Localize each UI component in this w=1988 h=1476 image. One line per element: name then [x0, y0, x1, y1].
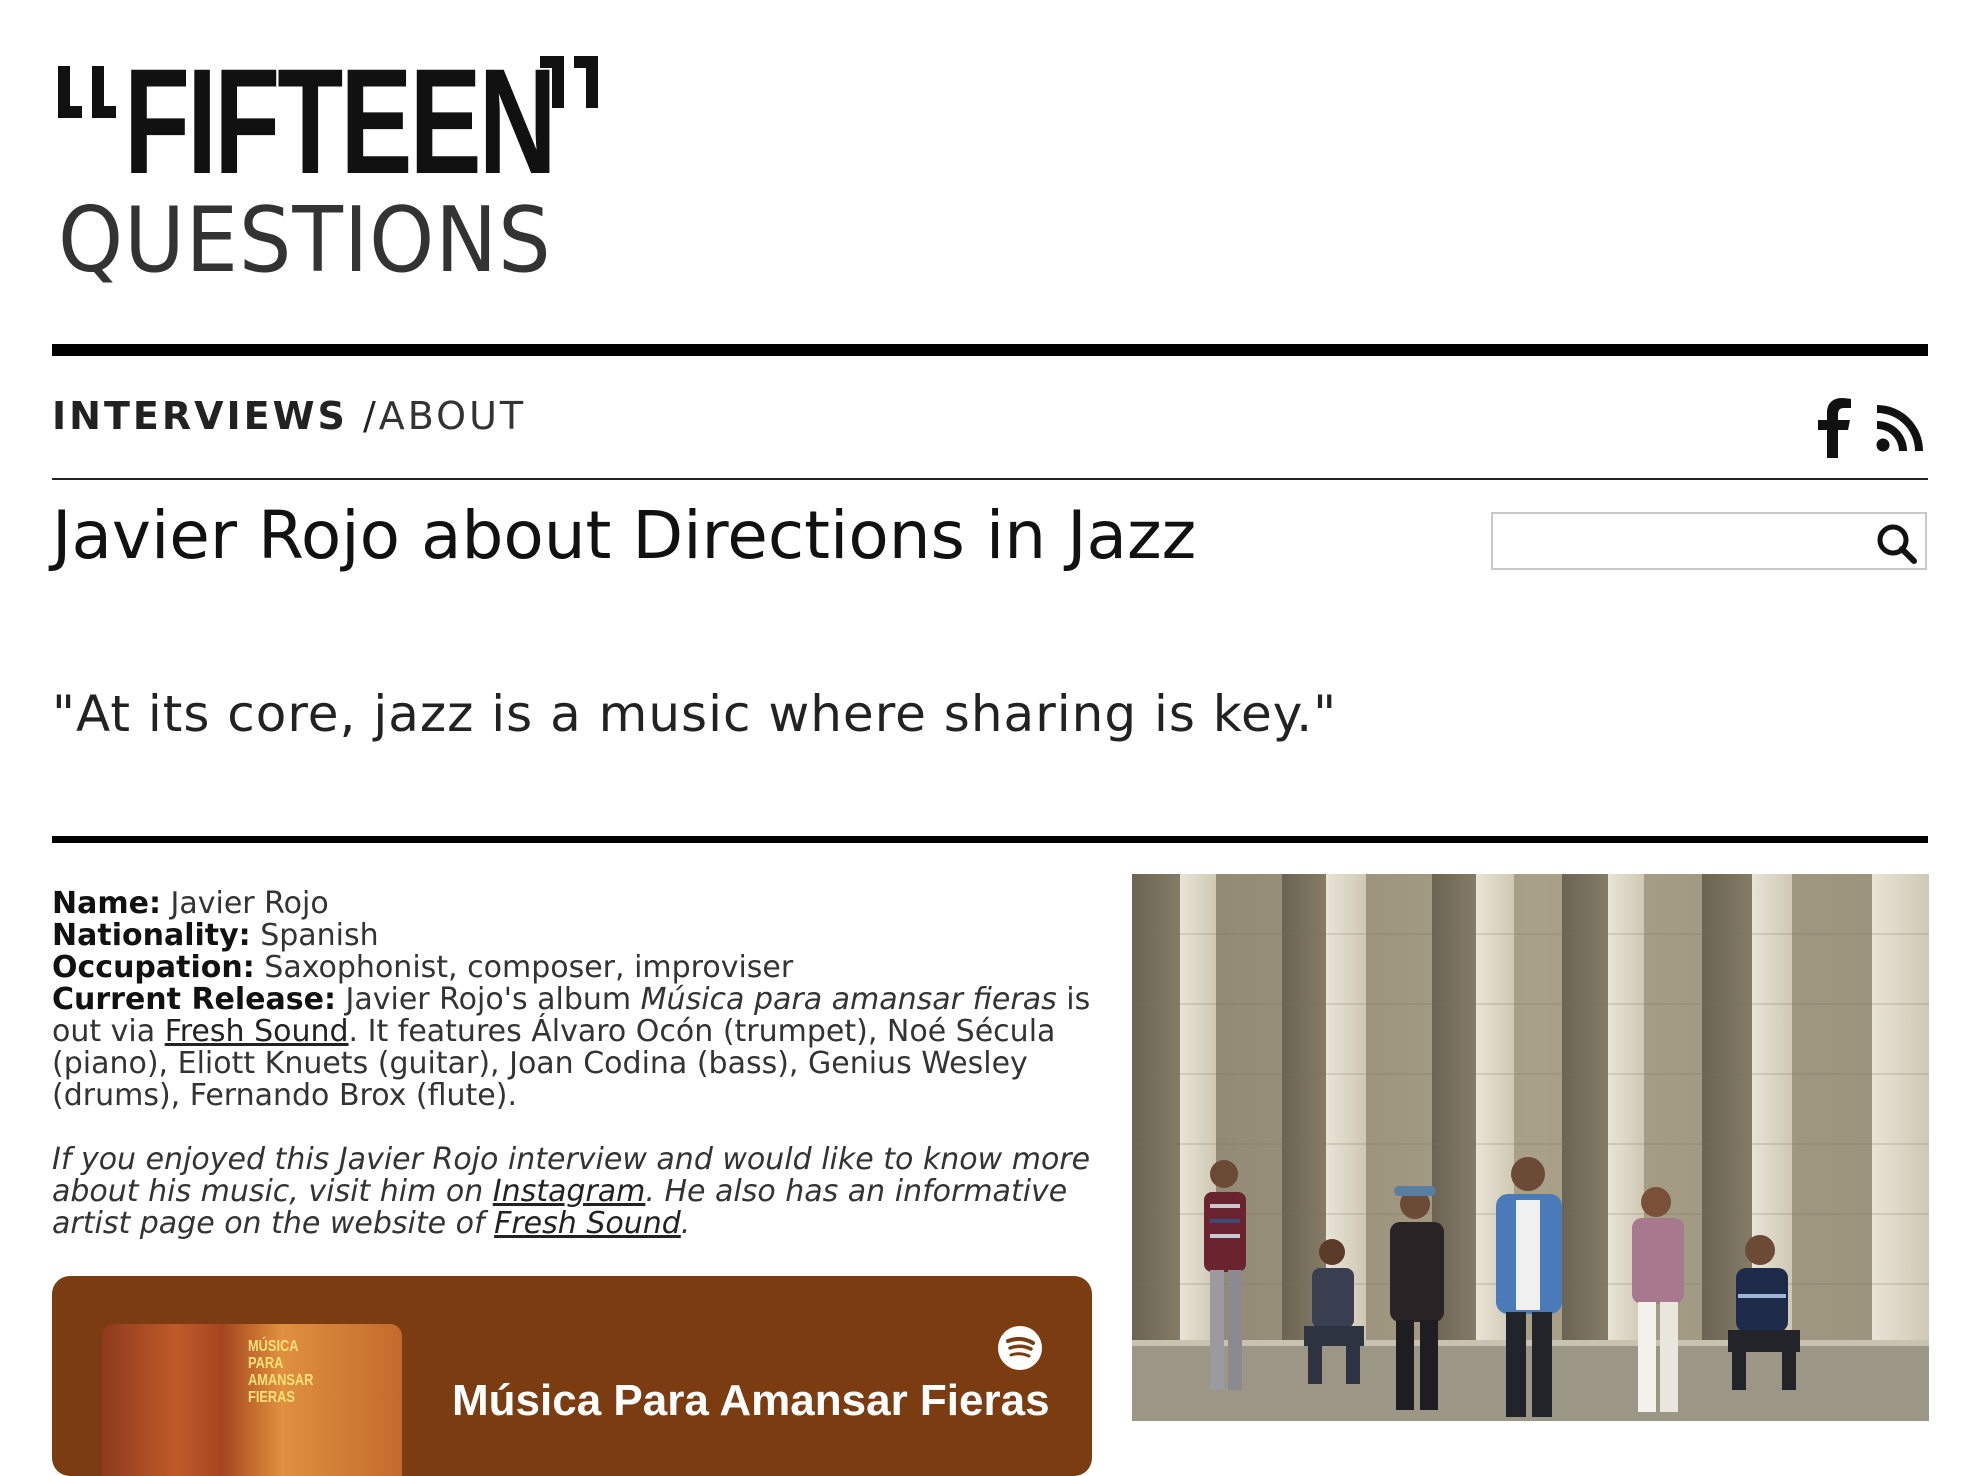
- info-name-row: Name: Javier Rojo: [52, 888, 1097, 920]
- band-photo: [1132, 874, 1929, 1421]
- header-rule: [52, 344, 1928, 356]
- rss-icon[interactable]: [1876, 404, 1924, 452]
- article-quote: "At its core, jazz is a music where shar…: [52, 685, 1338, 743]
- embed-album-title[interactable]: Música Para Amansar Fieras: [452, 1376, 1050, 1426]
- nav-rule: [52, 478, 1928, 480]
- fresh-sound-link[interactable]: Fresh Sound: [165, 1014, 349, 1049]
- title-rule: [52, 836, 1928, 843]
- interview-info: Name: Javier Rojo Nationality: Spanish O…: [52, 888, 1097, 1240]
- name-label: Name:: [52, 886, 161, 921]
- nationality-label: Nationality:: [52, 918, 251, 953]
- occupation-label: Occupation:: [52, 950, 255, 985]
- search-box: [1491, 512, 1927, 570]
- info-occupation-row: Occupation: Saxophonist, composer, impro…: [52, 952, 1097, 984]
- occupation-value: Saxophonist, composer, improviser: [264, 950, 794, 985]
- nationality-value: Spanish: [260, 918, 379, 953]
- nav-separator: /: [347, 394, 379, 438]
- instagram-link[interactable]: Instagram: [493, 1174, 646, 1209]
- release-label: Current Release:: [52, 982, 336, 1017]
- release-text: Javier Rojo's album: [345, 982, 641, 1017]
- info-nationality-row: Nationality: Spanish: [52, 920, 1097, 952]
- facebook-icon[interactable]: [1818, 398, 1854, 458]
- logo-open-quote: [92, 106, 116, 118]
- main-nav: INTERVIEWS /ABOUT: [52, 394, 526, 438]
- release-album: Música para amansar fieras: [640, 982, 1057, 1017]
- logo-open-quote: [58, 106, 82, 118]
- logo-questions: QUESTIONS: [58, 188, 552, 293]
- nav-interviews[interactable]: INTERVIEWS: [52, 394, 348, 438]
- cta-text: .: [680, 1206, 691, 1241]
- nav-about[interactable]: ABOUT: [379, 394, 526, 438]
- search-icon[interactable]: [1875, 522, 1919, 566]
- spotify-icon[interactable]: [998, 1326, 1042, 1370]
- spotify-embed[interactable]: MÚSICA PARA AMANSAR FIERAS Música Para A…: [52, 1276, 1092, 1476]
- fresh-sound-artist-link[interactable]: Fresh Sound: [494, 1206, 681, 1241]
- info-cta: If you enjoyed this Javier Rojo intervie…: [52, 1144, 1097, 1240]
- info-release-row: Current Release: Javier Rojo's album Mús…: [52, 984, 1097, 1112]
- name-value: Javier Rojo: [170, 886, 329, 921]
- logo-close-quote: [574, 56, 598, 68]
- album-cover-text: MÚSICA PARA AMANSAR FIERAS: [248, 1338, 314, 1406]
- article-title: Javier Rojo about Directions in Jazz: [52, 497, 1197, 574]
- logo-fifteen: FIFTEEN: [124, 37, 557, 205]
- search-input[interactable]: [1499, 518, 1863, 566]
